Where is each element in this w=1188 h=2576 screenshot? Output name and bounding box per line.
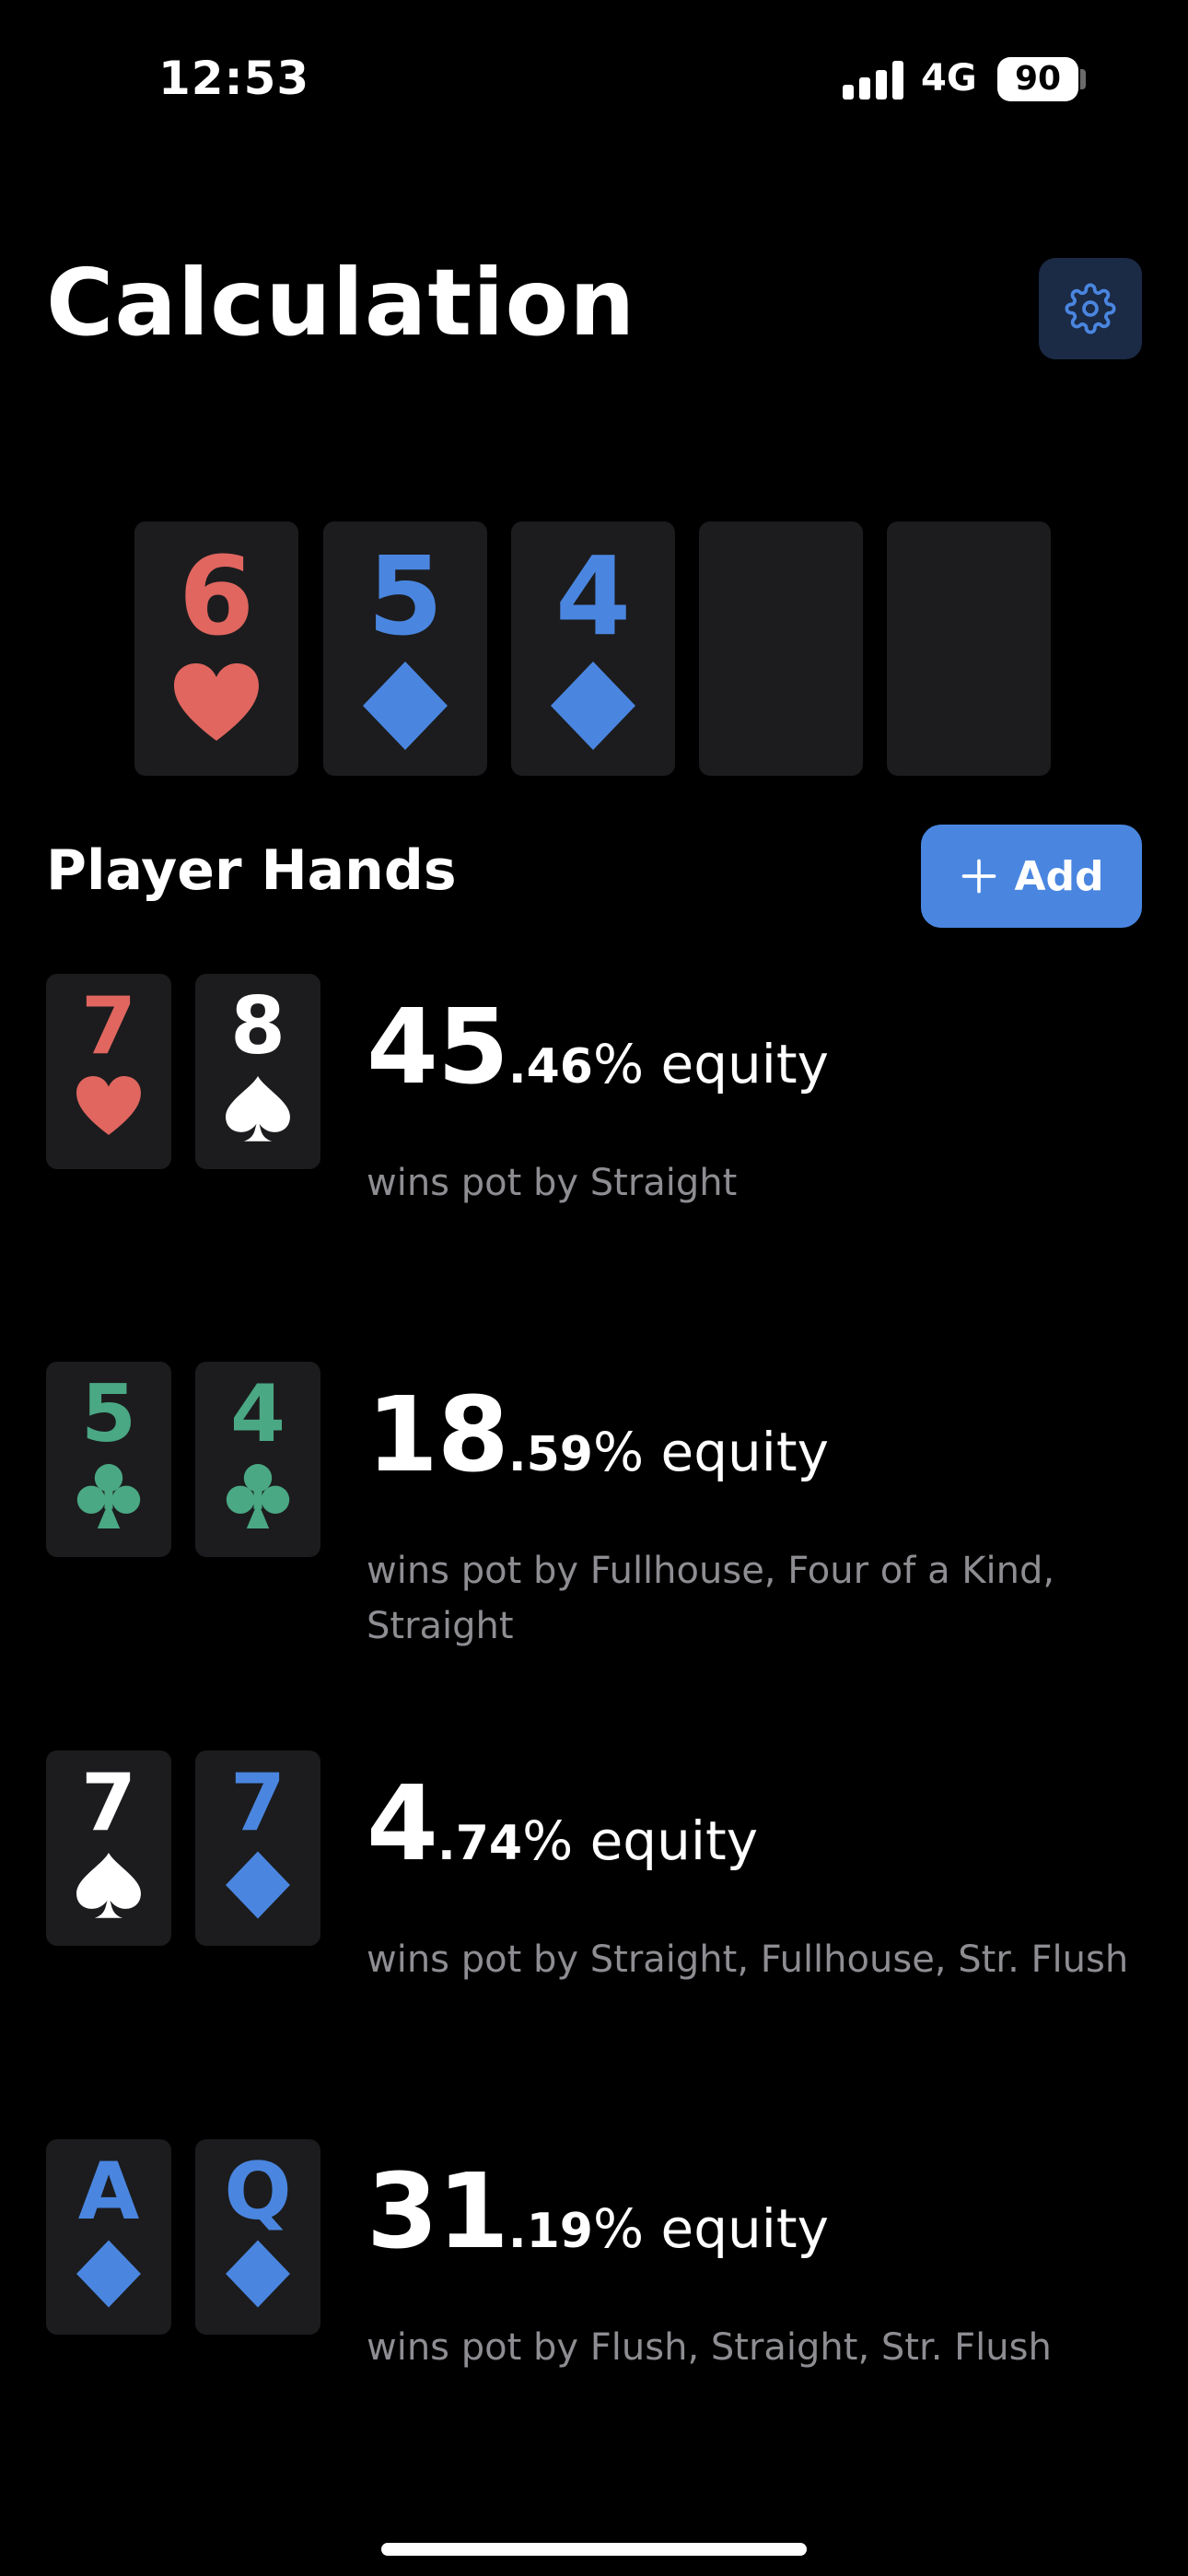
equity-value: 31.19% equity (367, 2152, 829, 2272)
board-card-empty[interactable] (887, 521, 1051, 776)
card-suit (134, 660, 298, 752)
diamond-icon (363, 662, 448, 750)
diamond-icon (226, 2240, 290, 2308)
equity-value: 4.74% equity (367, 1764, 758, 1884)
card-rank: 5 (367, 533, 444, 660)
hole-card[interactable]: 4 (195, 1362, 320, 1557)
home-indicator[interactable] (381, 2543, 807, 2556)
card-suit (46, 1461, 171, 1531)
board-card[interactable]: 5 (323, 521, 487, 776)
card-rank: 4 (554, 533, 632, 660)
card-rank: 5 (81, 1368, 136, 1460)
equity-decimal: .74 (437, 1816, 523, 1871)
spade-icon (76, 1853, 141, 1918)
board-card-empty[interactable] (699, 521, 863, 776)
equity-integer: 45 (367, 988, 509, 1107)
hole-card[interactable]: 7 (46, 1751, 171, 1946)
board-card[interactable]: 4 (511, 521, 675, 776)
board-card[interactable]: 6 (134, 521, 298, 776)
hole-card[interactable]: 7 (46, 974, 171, 1169)
settings-button[interactable] (1039, 258, 1142, 359)
card-suit (46, 1850, 171, 1920)
signal-icon (843, 61, 903, 100)
network-type: 4G (921, 57, 977, 100)
card-suit (195, 1850, 320, 1920)
equity-value: 18.59% equity (367, 1376, 829, 1495)
card-suit (195, 1073, 320, 1143)
card-suit (46, 1073, 171, 1143)
card-rank: 7 (81, 980, 136, 1072)
equity-suffix: % equity (522, 1809, 759, 1872)
card-suit (46, 2239, 171, 2309)
card-suit (195, 1461, 320, 1531)
card-suit (195, 2239, 320, 2309)
diamond-icon (226, 1851, 290, 1919)
hole-card[interactable]: A (46, 2139, 171, 2335)
equity-integer: 31 (367, 2152, 509, 2272)
equity-integer: 4 (367, 1764, 438, 1884)
hole-card[interactable]: 7 (195, 1751, 320, 1946)
diamond-icon (551, 662, 635, 750)
hole-card[interactable]: 8 (195, 974, 320, 1169)
equity-integer: 18 (367, 1376, 509, 1495)
club-icon (226, 1464, 290, 1528)
card-rank: 8 (230, 980, 285, 1072)
battery-icon: 90 (997, 57, 1078, 101)
section-title: Player Hands (46, 838, 457, 903)
wins-description: wins pot by Fullhouse, Four of a Kind, S… (367, 1550, 1055, 1647)
equity-decimal: .46 (507, 1039, 593, 1095)
battery-tip (1080, 69, 1086, 89)
status-time: 12:53 (158, 52, 310, 105)
card-rank: A (77, 2146, 140, 2238)
plus-icon (962, 859, 996, 894)
equity-decimal: .59 (507, 1427, 593, 1482)
equity-suffix: % equity (592, 1421, 829, 1483)
add-button-label: Add (1014, 852, 1104, 900)
spade-icon (226, 1076, 290, 1142)
hole-card[interactable]: 5 (46, 1362, 171, 1557)
heart-icon (174, 663, 259, 741)
hole-card[interactable]: Q (195, 2139, 320, 2335)
card-rank: Q (224, 2146, 292, 2238)
gear-icon (1065, 283, 1116, 334)
card-suit (323, 660, 487, 752)
card-suit (511, 660, 675, 752)
card-rank: 6 (178, 533, 255, 660)
equity-value: 45.46% equity (367, 988, 829, 1107)
wins-description: wins pot by Flush, Straight, Str. Flush (367, 2326, 1052, 2369)
heart-icon (76, 1076, 141, 1135)
status-bar: 12:53 4G 90 (0, 0, 1188, 157)
card-rank: 7 (230, 1757, 285, 1849)
wins-description: wins pot by Straight, Fullhouse, Str. Fl… (367, 1938, 1129, 1981)
equity-decimal: .19 (507, 2204, 593, 2259)
page-title: Calculation (46, 249, 636, 357)
diamond-icon (76, 2240, 141, 2308)
card-rank: 7 (81, 1757, 136, 1849)
club-icon (76, 1464, 141, 1528)
wins-description: wins pot by Straight (367, 1162, 738, 1204)
add-player-button[interactable]: Add (921, 825, 1142, 928)
equity-suffix: % equity (592, 1033, 829, 1095)
equity-suffix: % equity (592, 2197, 829, 2260)
card-rank: 4 (230, 1368, 285, 1460)
